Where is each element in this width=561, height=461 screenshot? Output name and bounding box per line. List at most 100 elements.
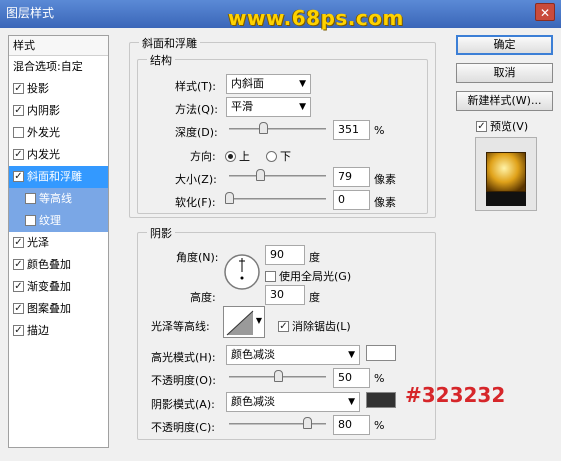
ok-button[interactable]: 确定 [456, 35, 553, 55]
depth-label: 深度(D): [175, 126, 218, 139]
style-item[interactable]: ✓ 颜色叠加 [9, 254, 108, 276]
method-select[interactable]: 平滑 ▼ [226, 97, 311, 117]
style-item-label: 光泽 [27, 236, 49, 249]
shadow-color-swatch[interactable] [366, 392, 396, 408]
new-style-button[interactable]: 新建样式(W)... [456, 91, 553, 111]
preview-label: 预览(V) [490, 120, 529, 133]
altitude-unit: 度 [309, 291, 320, 304]
checkbox-checked-icon[interactable]: ✓ [13, 82, 24, 94]
unchecked-box-icon[interactable] [25, 192, 36, 204]
unchecked-box-icon[interactable] [13, 126, 24, 138]
slider-thumb[interactable] [225, 192, 234, 204]
blend-options-item[interactable]: 混合选项:自定 [9, 56, 108, 78]
method-select-value: 平滑 [231, 100, 253, 113]
style-item-label: 斜面和浮雕 [27, 170, 82, 183]
direction-down-label: 下 [280, 150, 291, 163]
unchecked-box-icon [265, 270, 276, 282]
radio-off-icon [266, 150, 277, 162]
chevron-down-icon: ▼ [299, 102, 306, 112]
shadow-opacity-unit: % [374, 419, 385, 432]
angle-dial[interactable] [222, 253, 262, 291]
style-item[interactable]: 等高线 [9, 188, 108, 210]
style-item[interactable]: ✓ 斜面和浮雕 [9, 166, 108, 188]
slider-thumb[interactable] [256, 169, 266, 181]
highlight-color-swatch[interactable] [366, 345, 396, 361]
shadow-opacity-slider[interactable] [229, 417, 326, 429]
altitude-label: 高度: [190, 291, 216, 304]
checkbox-checked-icon[interactable]: ✓ [13, 104, 24, 116]
checkbox-checked-icon[interactable]: ✓ [13, 258, 24, 270]
style-item-label: 外发光 [27, 126, 60, 139]
preview-swatch-dark [486, 192, 526, 206]
anti-alias-checkbox[interactable]: ✓ 消除锯齿(L) [278, 318, 351, 334]
size-label: 大小(Z): [175, 173, 217, 186]
style-item[interactable]: 外发光 [9, 122, 108, 144]
direction-up-radio[interactable]: 上 [225, 148, 250, 164]
altitude-input[interactable]: 30 [265, 285, 305, 305]
direction-label: 方向: [190, 150, 216, 163]
soften-slider[interactable] [225, 192, 326, 204]
style-item[interactable]: ✓ 光泽 [9, 232, 108, 254]
unchecked-box-icon[interactable] [25, 214, 36, 226]
angle-label: 角度(N): [176, 251, 219, 264]
style-item[interactable]: ✓ 内阴影 [9, 100, 108, 122]
method-label: 方法(Q): [175, 103, 218, 116]
checkbox-checked-icon[interactable]: ✓ [13, 280, 24, 292]
checkbox-checked-icon[interactable]: ✓ [13, 236, 24, 248]
slider-track [229, 175, 326, 177]
cancel-button[interactable]: 取消 [456, 63, 553, 83]
highlight-mode-select[interactable]: 颜色减淡 ▼ [226, 345, 360, 365]
style-item-label: 内阴影 [27, 104, 60, 117]
angle-input[interactable]: 90 [265, 245, 305, 265]
style-item[interactable]: ✓ 描边 [9, 320, 108, 342]
direction-up-label: 上 [239, 150, 250, 163]
size-input[interactable]: 79 [333, 167, 370, 187]
checkbox-checked-icon[interactable]: ✓ [13, 324, 24, 336]
highlight-opacity-slider[interactable] [229, 370, 326, 382]
chevron-down-icon: ▼ [348, 350, 355, 360]
global-light-checkbox[interactable]: 使用全局光(G) [265, 268, 351, 284]
shading-title: 阴影 [147, 225, 175, 241]
style-item[interactable]: ✓ 内发光 [9, 144, 108, 166]
global-light-label: 使用全局光(G) [279, 270, 352, 283]
style-item[interactable]: ✓ 投影 [9, 78, 108, 100]
style-item-label: 等高线 [39, 192, 72, 205]
slider-track [229, 128, 326, 130]
checkbox-checked-icon[interactable]: ✓ [13, 148, 24, 160]
size-slider[interactable] [229, 169, 326, 181]
slider-thumb[interactable] [258, 122, 268, 134]
highlight-mode-value: 颜色减淡 [231, 348, 275, 361]
style-item[interactable]: ✓ 渐变叠加 [9, 276, 108, 298]
preview-checkbox[interactable]: ✓ 预览(V) [476, 118, 528, 134]
highlight-opacity-label: 不透明度(O): [151, 374, 216, 387]
shadow-mode-select[interactable]: 颜色减淡 ▼ [226, 392, 360, 412]
shadow-mode-value: 颜色减淡 [231, 395, 275, 408]
checkbox-checked-icon[interactable]: ✓ [13, 302, 24, 314]
shadow-opacity-label: 不透明度(C): [151, 421, 215, 434]
soften-input[interactable]: 0 [333, 190, 370, 210]
style-item-label: 颜色叠加 [27, 258, 71, 271]
shadow-opacity-input[interactable]: 80 [333, 415, 370, 435]
window-title: 图层样式 [6, 6, 55, 20]
slider-thumb[interactable] [302, 417, 312, 429]
style-list-header: 样式 [9, 36, 108, 56]
style-item-label: 投影 [27, 82, 49, 95]
depth-input[interactable]: 351 [333, 120, 370, 140]
style-item[interactable]: 纹理 [9, 210, 108, 232]
soften-unit: 像素 [374, 196, 396, 209]
chevron-down-icon: ▼ [348, 397, 355, 407]
highlight-opacity-unit: % [374, 372, 385, 385]
style-item-label: 图案叠加 [27, 302, 71, 315]
depth-slider[interactable] [229, 122, 326, 134]
slider-thumb[interactable] [273, 370, 283, 382]
direction-down-radio[interactable]: 下 [266, 148, 291, 164]
checkbox-checked-icon[interactable]: ✓ [13, 170, 24, 182]
structure-title: 结构 [147, 52, 175, 68]
gloss-contour-picker[interactable]: ▼ [223, 306, 265, 338]
style-item[interactable]: ✓ 图案叠加 [9, 298, 108, 320]
highlight-mode-label: 高光模式(H): [151, 351, 216, 364]
checkbox-checked-icon: ✓ [476, 120, 487, 132]
close-icon[interactable]: ✕ [535, 3, 555, 21]
highlight-opacity-input[interactable]: 50 [333, 368, 370, 388]
style-select[interactable]: 内斜面 ▼ [226, 74, 311, 94]
